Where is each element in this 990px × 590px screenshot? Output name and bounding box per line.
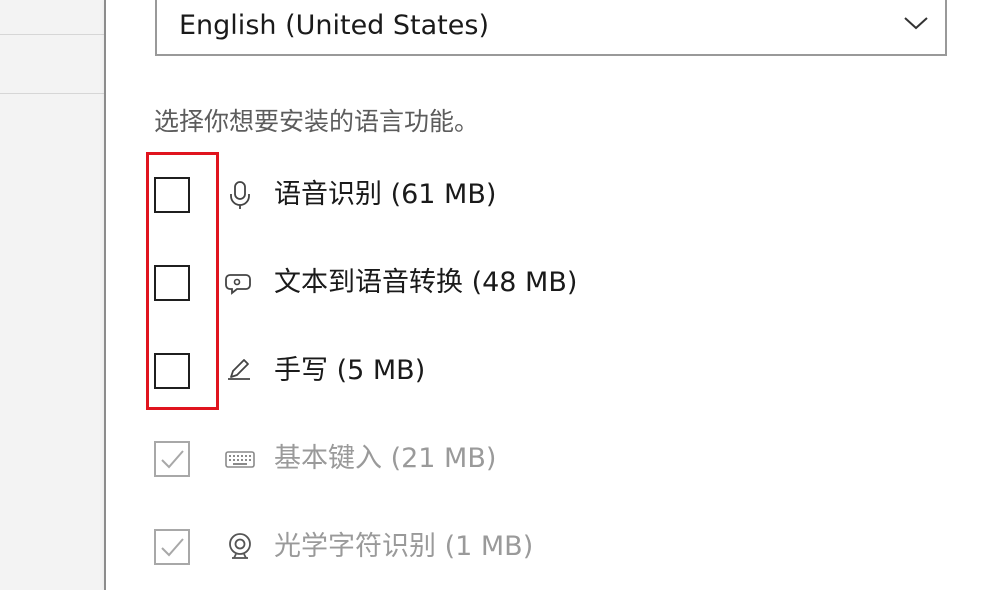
microphone-icon [230, 181, 250, 209]
basic-typing-checkbox[interactable] [154, 441, 190, 477]
ocr-checkbox[interactable] [154, 529, 190, 565]
language-dropdown-value: English (United States) [179, 10, 489, 41]
speech-recognition-checkbox[interactable] [154, 177, 190, 213]
handwriting-pen-icon [228, 359, 250, 380]
handwriting-label: 手写 (5 MB) [274, 355, 426, 386]
text-to-speech-checkbox[interactable] [154, 265, 190, 301]
text-to-speech-icon [225, 274, 251, 295]
background-window [0, 0, 104, 590]
feature-item-speech-recognition: 语音识别 (61 MB) [154, 175, 754, 219]
feature-item-text-to-speech: 文本到语音转换 (48 MB) [154, 263, 754, 307]
divider [0, 34, 104, 35]
ocr-label: 光学字符识别 (1 MB) [274, 531, 534, 562]
basic-typing-label: 基本键入 (21 MB) [274, 443, 497, 474]
language-dropdown[interactable]: English (United States) [155, 0, 947, 56]
handwriting-checkbox[interactable] [154, 353, 190, 389]
keyboard-icon [225, 451, 255, 468]
features-prompt: 选择你想要安装的语言功能。 [154, 107, 480, 136]
language-features-dialog: English (United States) 选择你想要安装的语言功能。 语音… [106, 0, 990, 590]
checkmark-icon [161, 450, 184, 469]
feature-item-ocr: 光学字符识别 (1 MB) [154, 527, 754, 571]
screen: English (United States) 选择你想要安装的语言功能。 语音… [0, 0, 990, 590]
divider [0, 93, 104, 94]
chevron-down-icon [904, 17, 928, 30]
checkmark-icon [161, 538, 184, 557]
speech-recognition-label: 语音识别 (61 MB) [274, 179, 497, 210]
camera-icon [229, 533, 251, 559]
feature-item-basic-typing: 基本键入 (21 MB) [154, 439, 754, 483]
text-to-speech-label: 文本到语音转换 (48 MB) [274, 267, 578, 298]
feature-item-handwriting: 手写 (5 MB) [154, 351, 754, 395]
